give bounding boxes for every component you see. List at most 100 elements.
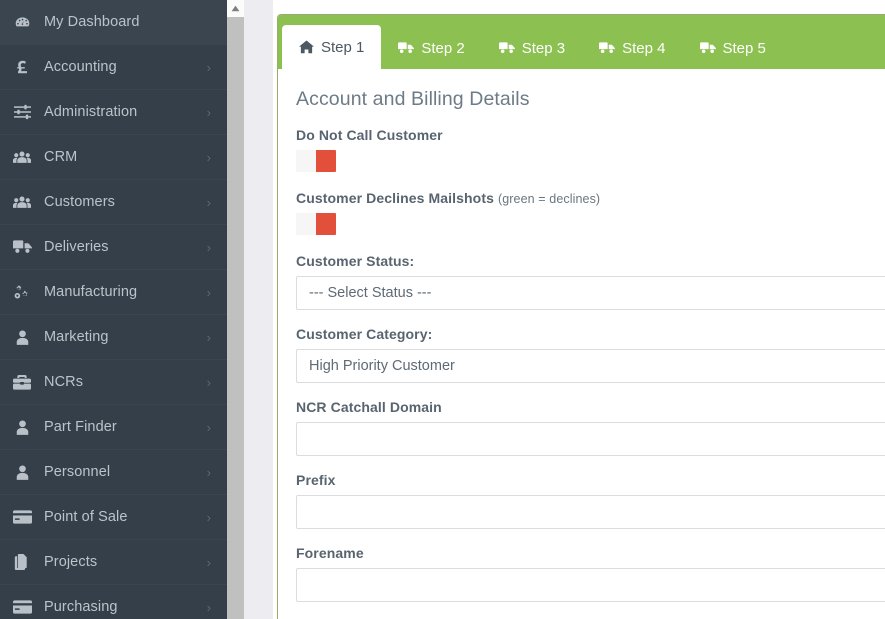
chevron-right-icon: › (206, 194, 211, 210)
sidebar-item-label: My Dashboard (44, 14, 140, 30)
field-customer-status: Customer Status: --- Select Status --- (296, 253, 885, 310)
field-customer-category: Customer Category: High Priority Custome… (296, 326, 885, 383)
chevron-right-icon: › (206, 464, 211, 480)
sidebar-item-part-finder[interactable]: Part Finder › (0, 405, 227, 450)
toggle-on-half (316, 150, 336, 172)
page-title: Account and Billing Details (296, 88, 530, 110)
scroll-up-button[interactable] (227, 0, 244, 17)
field-label: Customer Declines Mailshots (green = dec… (296, 190, 885, 206)
sidebar-item-crm[interactable]: CRM › (0, 135, 227, 180)
truck-icon (498, 42, 515, 54)
tab-label: Step 3 (521, 39, 566, 57)
main-content: Step 1 Step 2 Step 3 Step 4 Step 5 Accou… (273, 0, 885, 619)
sidebar-item-point-of-sale[interactable]: Point of Sale › (0, 495, 227, 540)
users-icon (0, 150, 44, 165)
field-label: Customer Status: (296, 253, 415, 269)
chevron-right-icon: › (206, 374, 211, 390)
sidebar-item-ncrs[interactable]: NCRs › (0, 360, 227, 405)
chevron-right-icon: › (206, 419, 211, 435)
files-icon (0, 554, 44, 570)
field-ncr-catchall-domain: NCR Catchall Domain (296, 399, 885, 456)
sidebar-item-label: CRM (44, 149, 78, 165)
sidebar-item-marketing[interactable]: Marketing › (0, 315, 227, 360)
forename-input[interactable] (296, 568, 885, 602)
page-scrollbar[interactable] (227, 0, 273, 619)
sidebar-item-label: Manufacturing (44, 284, 138, 300)
chevron-right-icon: › (206, 104, 211, 120)
tab-label: Step 1 (321, 38, 365, 56)
sliders-icon (0, 104, 44, 120)
prefix-input[interactable] (296, 495, 885, 529)
sidebar-item-label: Projects (44, 554, 98, 570)
step-1-form: Account and Billing Details Do Not Call … (278, 69, 885, 602)
sidebar-item-accounting[interactable]: Accounting › (0, 45, 227, 90)
dashboard-icon (0, 14, 44, 31)
field-prefix: Prefix (296, 472, 885, 529)
pound-icon (0, 59, 44, 75)
field-label-hint: (green = declines) (497, 192, 601, 206)
field-label: Prefix (296, 472, 336, 488)
user-icon (0, 419, 44, 435)
app-root: My Dashboard Accounting › Administration… (0, 0, 885, 619)
sidebar-item-projects[interactable]: Projects › (0, 540, 227, 585)
truck-icon (398, 42, 415, 54)
field-declines-mailshots: Customer Declines Mailshots (green = dec… (296, 190, 885, 235)
sidebar-item-customers[interactable]: Customers › (0, 180, 227, 225)
cogs-icon (0, 284, 44, 300)
sidebar-item-label: Point of Sale (44, 509, 128, 525)
user-icon (0, 464, 44, 480)
chevron-right-icon: › (206, 509, 211, 525)
field-do-not-call: Do Not Call Customer (296, 127, 885, 172)
field-label: Customer Category: (296, 326, 433, 342)
sidebar-item-personnel[interactable]: Personnel › (0, 450, 227, 495)
sidebar: My Dashboard Accounting › Administration… (0, 0, 227, 619)
truck-icon (699, 42, 716, 54)
chevron-right-icon: › (206, 59, 211, 75)
ncr-catchall-domain-input[interactable] (296, 422, 885, 456)
tab-step-2[interactable]: Step 2 (381, 27, 481, 69)
tab-label: Step 4 (622, 39, 666, 57)
field-label: Do Not Call Customer (296, 127, 443, 143)
chevron-right-icon: › (206, 149, 211, 165)
customer-status-select[interactable]: --- Select Status --- (296, 276, 885, 310)
chevron-right-icon: › (206, 284, 211, 300)
tab-step-1[interactable]: Step 1 (282, 25, 382, 69)
field-label: Forename (296, 545, 364, 561)
chevron-right-icon: › (206, 599, 211, 615)
sidebar-item-purchasing[interactable]: Purchasing › (0, 585, 227, 619)
sidebar-item-manufacturing[interactable]: Manufacturing › (0, 270, 227, 315)
tab-step-3[interactable]: Step 3 (482, 27, 582, 69)
toggle-on-half (316, 213, 336, 235)
chevron-right-icon: › (206, 554, 211, 570)
field-label: NCR Catchall Domain (296, 399, 442, 415)
sidebar-item-deliveries[interactable]: Deliveries › (0, 225, 227, 270)
do-not-call-toggle[interactable] (296, 150, 336, 172)
toggle-off-half (296, 150, 316, 172)
user-icon (0, 329, 44, 345)
sidebar-item-my-dashboard[interactable]: My Dashboard (0, 0, 227, 45)
scrollbar-thumb[interactable] (227, 17, 244, 619)
sidebar-item-label: Part Finder (44, 419, 117, 435)
sidebar-item-label: Accounting (44, 59, 117, 75)
field-label-text: Customer Declines Mailshots (296, 190, 494, 206)
chevron-right-icon: › (206, 239, 211, 255)
sidebar-item-label: Administration (44, 104, 138, 120)
credit-card-icon (0, 510, 44, 524)
truck-icon (599, 42, 616, 54)
caret-up-icon (231, 5, 240, 12)
scroll-gutter (244, 0, 273, 619)
sidebar-item-label: Purchasing (44, 599, 118, 615)
sidebar-item-label: Customers (44, 194, 115, 210)
credit-card-icon (0, 600, 44, 614)
tab-step-4[interactable]: Step 4 (582, 27, 682, 69)
toggle-off-half (296, 213, 316, 235)
sidebar-item-label: Personnel (44, 464, 111, 480)
tab-step-5[interactable]: Step 5 (683, 27, 783, 69)
truck-icon (0, 240, 44, 254)
declines-mailshots-toggle[interactable] (296, 213, 336, 235)
sidebar-item-administration[interactable]: Administration › (0, 90, 227, 135)
home-icon (299, 40, 314, 54)
customer-category-select[interactable]: High Priority Customer (296, 349, 885, 383)
field-forename: Forename (296, 545, 885, 602)
tab-label: Step 5 (722, 39, 766, 57)
